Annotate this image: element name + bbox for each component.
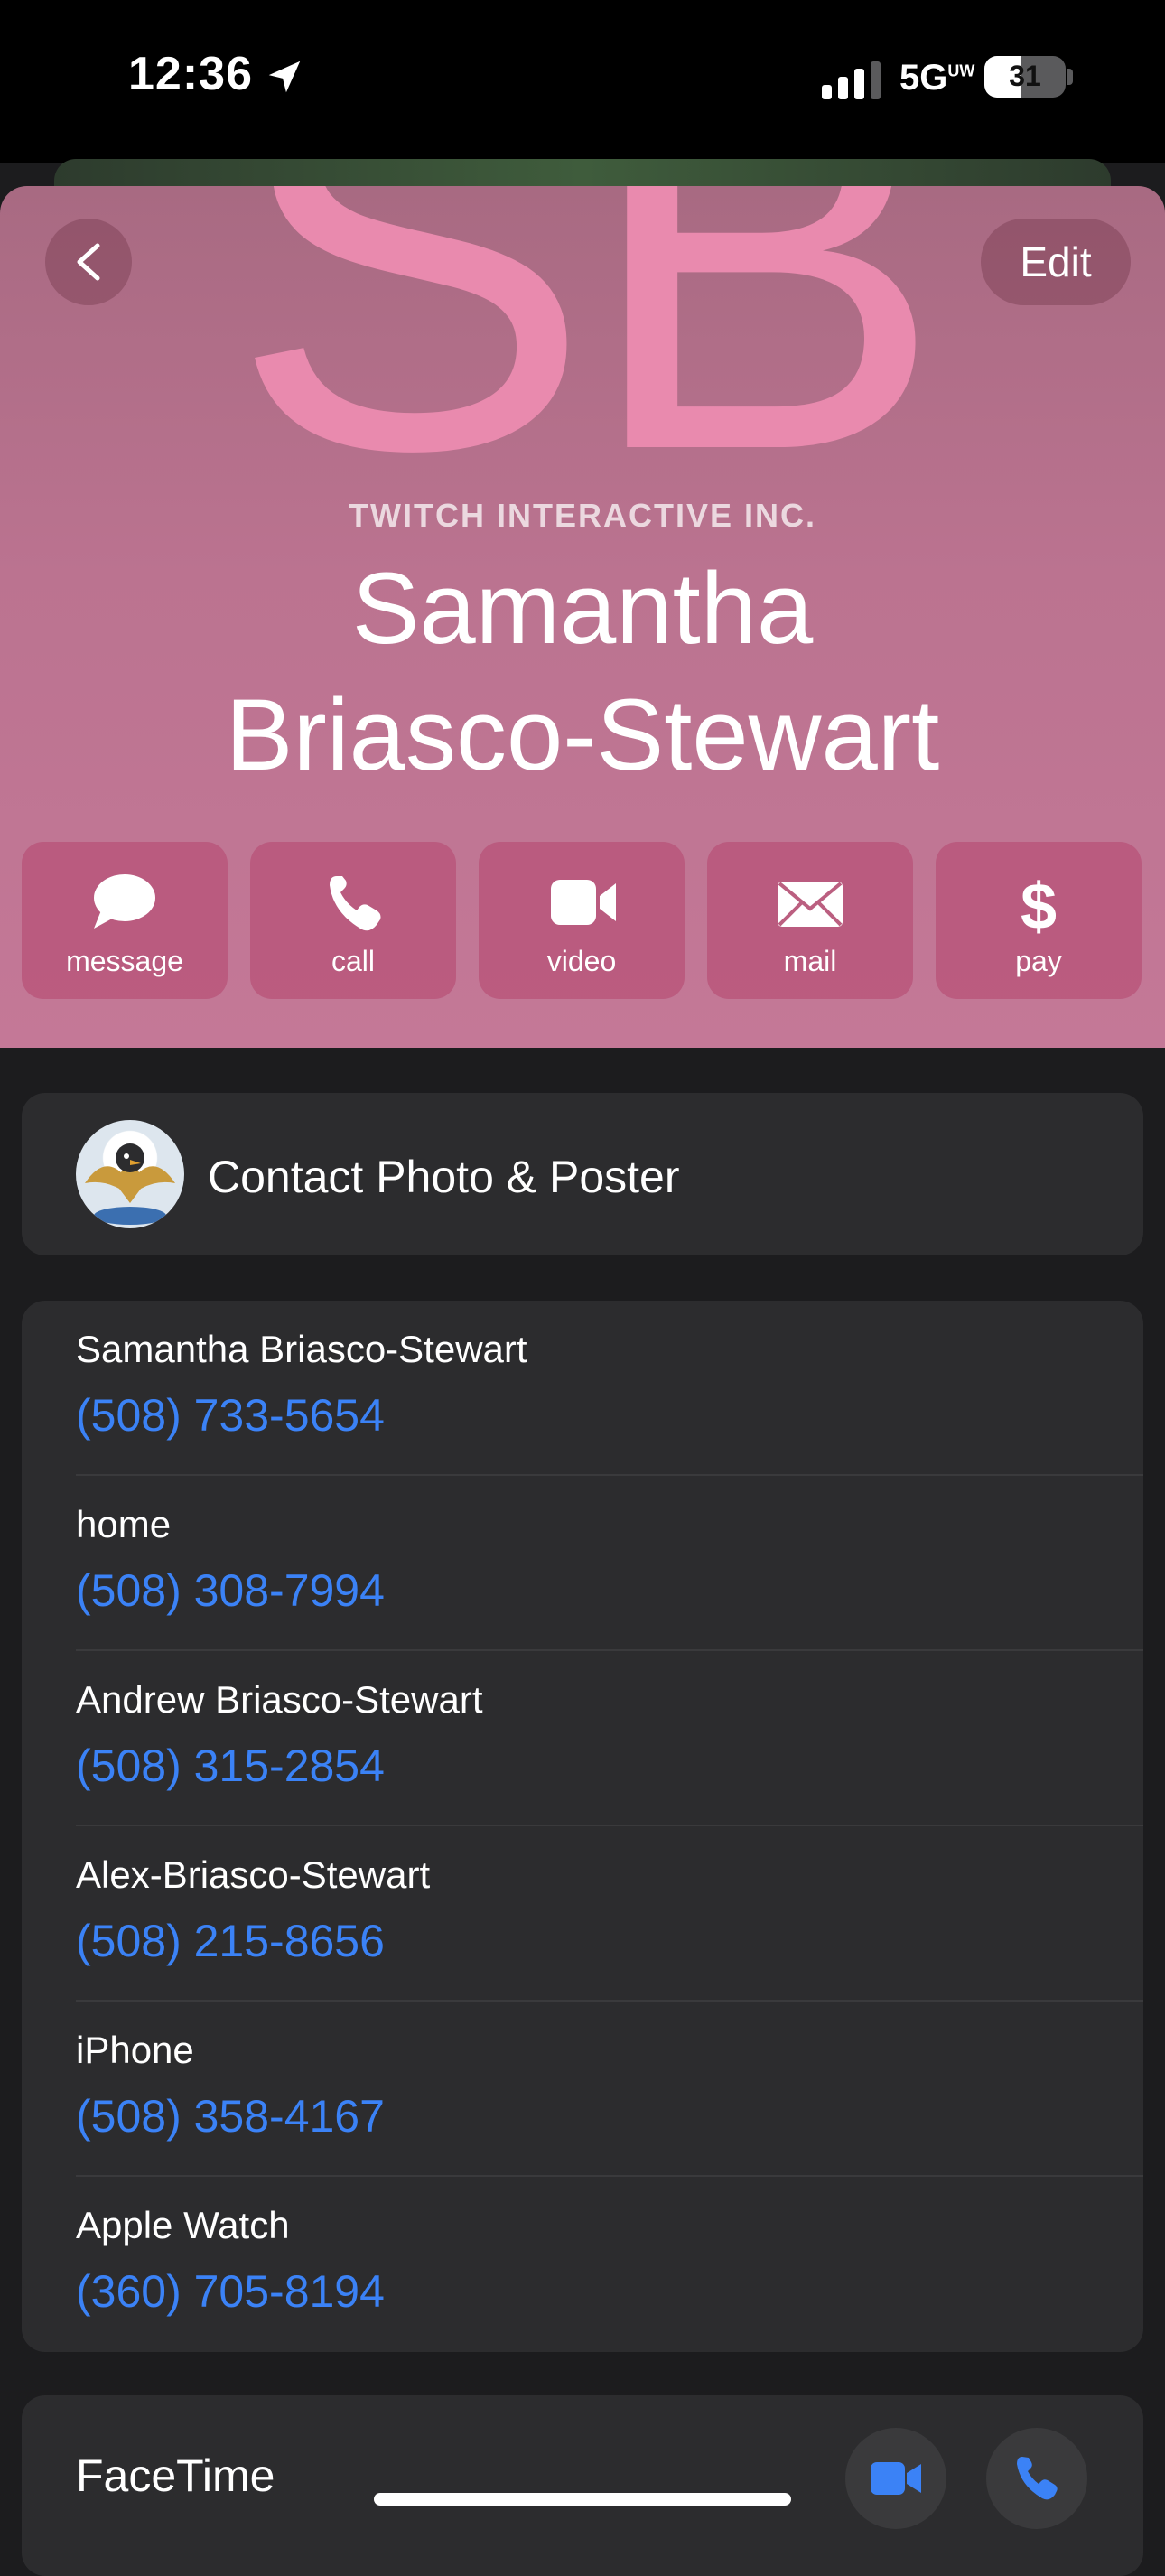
contact-name-line1: Samantha	[351, 552, 814, 665]
phone-label: Andrew Briasco-Stewart	[76, 1678, 483, 1721]
back-button[interactable]	[45, 219, 132, 305]
phone-label: Apple Watch	[76, 2204, 290, 2246]
quick-actions: message call video mail $ pay	[22, 842, 1143, 999]
status-time: 12:36	[128, 48, 253, 100]
pay-label: pay	[1015, 945, 1062, 977]
contact-name-line2: Briasco-Stewart	[225, 678, 940, 791]
facetime-card: FaceTime	[22, 2395, 1143, 2576]
chevron-left-icon	[77, 243, 100, 281]
avatar	[76, 1120, 184, 1228]
message-bubble-icon	[94, 874, 155, 929]
phone-row[interactable]: Apple Watch (360) 705-8194	[76, 2177, 1143, 2352]
phone-icon	[1017, 2457, 1058, 2500]
phone-label: Samantha Briasco-Stewart	[76, 1328, 527, 1370]
call-label: call	[331, 945, 375, 977]
video-camera-icon	[871, 2462, 921, 2495]
phone-row[interactable]: home (508) 308-7994	[76, 1476, 1143, 1651]
facetime-label: FaceTime	[76, 2450, 275, 2501]
phone-number[interactable]: (508) 733-5654	[76, 1389, 385, 1442]
phone-numbers-card: Samantha Briasco-Stewart (508) 733-5654 …	[22, 1301, 1143, 2352]
dollar-icon: $	[1021, 871, 1057, 938]
facetime-audio-button[interactable]	[986, 2428, 1087, 2529]
contact-photo-poster-card[interactable]: Contact Photo & Poster	[22, 1093, 1143, 1255]
phone-row[interactable]: Andrew Briasco-Stewart (508) 315-2854	[76, 1651, 1143, 1826]
location-arrow-icon	[268, 61, 301, 93]
mail-button[interactable]: mail	[707, 842, 913, 999]
phone-row[interactable]: Alex-Briasco-Stewart (508) 215-8656	[76, 1826, 1143, 2002]
video-label: video	[546, 945, 617, 977]
phone-label: iPhone	[76, 2029, 194, 2071]
phone-number[interactable]: (508) 358-4167	[76, 2090, 385, 2142]
message-button[interactable]: message	[22, 842, 228, 999]
phone-number[interactable]: (360) 705-8194	[76, 2265, 385, 2318]
contact-poster: SB Edit TWITCH INTERACTIVE INC. Samantha…	[0, 186, 1165, 1048]
contact-photo-poster-label: Contact Photo & Poster	[208, 1152, 680, 1202]
company-name: TWITCH INTERACTIVE INC.	[349, 497, 816, 534]
cellular-signal-icon	[822, 61, 881, 99]
contact-name: Samantha Briasco-Stewart	[0, 546, 1165, 798]
home-indicator[interactable]	[374, 2493, 791, 2506]
call-button[interactable]: call	[250, 842, 456, 999]
phone-label: Alex-Briasco-Stewart	[76, 1853, 431, 1896]
bird-avatar-icon	[85, 1143, 175, 1225]
pay-button[interactable]: $ pay	[936, 842, 1142, 999]
video-button[interactable]: video	[479, 842, 685, 999]
phone-row[interactable]: iPhone (508) 358-4167	[76, 2002, 1143, 2177]
envelope-icon	[778, 882, 843, 927]
battery-icon: 31	[984, 56, 1066, 98]
battery-level: 31	[1009, 60, 1041, 92]
message-label: message	[66, 945, 183, 977]
network-type: 5GUW	[899, 58, 975, 98]
phone-label: home	[76, 1503, 172, 1545]
phone-number[interactable]: (508) 315-2854	[76, 1740, 385, 1792]
svg-text:$: $	[1021, 871, 1057, 938]
phone-number[interactable]: (508) 308-7994	[76, 1564, 385, 1617]
phone-icon	[330, 876, 381, 931]
facetime-video-button[interactable]	[845, 2428, 946, 2529]
phone-number[interactable]: (508) 215-8656	[76, 1915, 385, 1967]
mail-label: mail	[783, 945, 837, 977]
phone-row[interactable]: Samantha Briasco-Stewart (508) 733-5654	[76, 1301, 1143, 1476]
edit-button[interactable]: Edit	[981, 219, 1131, 305]
status-bar: 12:36 5GUW 31	[0, 0, 1165, 163]
video-camera-icon	[551, 880, 616, 925]
